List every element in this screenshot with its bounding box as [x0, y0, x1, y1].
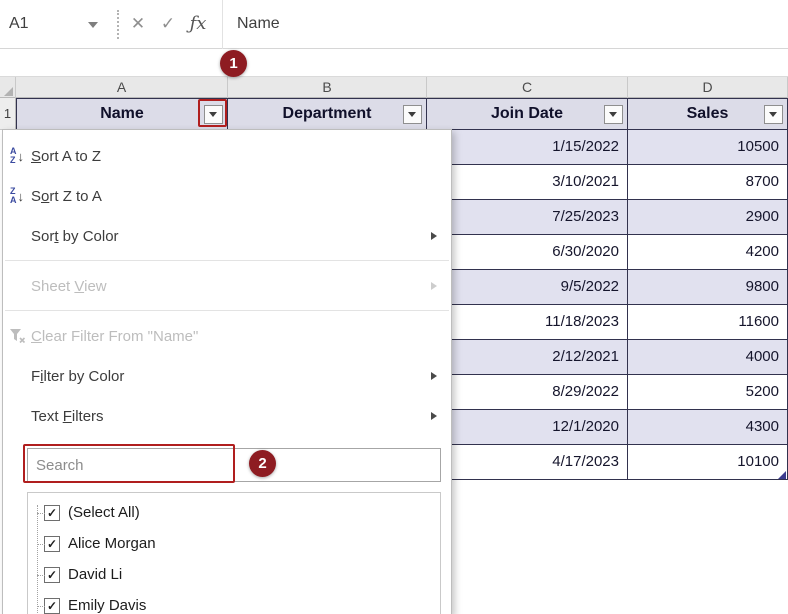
sort-az-icon: AZ ↓ [3, 147, 31, 165]
list-item-label: (Select All) [68, 504, 140, 521]
sales-column: 10500 8700 2900 4200 9800 11600 4000 520… [628, 130, 788, 480]
annotation-step-1-badge: 1 [220, 50, 247, 77]
sales-cell[interactable]: 2900 [628, 200, 788, 235]
checkbox-checked[interactable]: ✓ [44, 505, 60, 521]
sales-cell[interactable]: 4300 [628, 410, 788, 445]
header-cell-department[interactable]: Department [228, 98, 427, 130]
submenu-arrow-icon [431, 412, 437, 420]
submenu-arrow-icon [431, 372, 437, 380]
join-date-cell[interactable]: 3/10/2021 [428, 165, 628, 200]
menu-separator [5, 260, 449, 261]
filter-dropdown-menu: AZ ↓ Sort A to Z ZA ↓ Sort Z to A Sort b… [2, 129, 452, 614]
join-date-cell[interactable]: 11/18/2023 [428, 305, 628, 340]
sort-az-letters: AZ [10, 147, 17, 165]
formula-bar: A1 ✕ ✓ ƒx Name [0, 0, 788, 49]
join-date-column: 1/15/2022 3/10/2021 7/25/2023 6/30/2020 … [427, 130, 628, 480]
menu-item-label: Sort A to Z [31, 148, 101, 165]
sales-cell[interactable]: 4000 [628, 340, 788, 375]
menu-item-label: Filter by Color [31, 368, 124, 385]
sort-za-letters: ZA [10, 187, 17, 205]
menu-item-filter-by-color[interactable]: Filter by Color [3, 356, 451, 396]
menu-item-text-filters[interactable]: Text Filters [3, 396, 451, 436]
insert-function-icon[interactable]: ƒx [186, 0, 210, 48]
menu-item-sheet-view: Sheet View [3, 266, 451, 306]
sales-cell[interactable]: 10500 [628, 130, 788, 165]
menu-item-sort-a-to-z[interactable]: AZ ↓ Sort A to Z [3, 136, 451, 176]
row-header-1[interactable]: 1 [0, 98, 16, 130]
submenu-arrow-icon [431, 232, 437, 240]
sort-za-icon: ZA ↓ [3, 187, 31, 205]
list-item-david-li[interactable]: ✓ David Li [28, 559, 440, 590]
join-date-cell[interactable]: 7/25/2023 [428, 200, 628, 235]
name-box-dropdown-icon[interactable] [88, 22, 98, 28]
menu-item-label: Clear Filter From "Name" [31, 328, 198, 345]
menu-item-sort-z-to-a[interactable]: ZA ↓ Sort Z to A [3, 176, 451, 216]
name-box[interactable]: A1 [0, 0, 110, 49]
menu-item-label: Sheet View [31, 278, 107, 295]
header-label-department: Department [283, 105, 372, 122]
sales-cell[interactable]: 9800 [628, 270, 788, 305]
menu-item-sort-by-color[interactable]: Sort by Color [3, 216, 451, 256]
enter-icon[interactable]: ✓ [156, 0, 180, 48]
menu-separator [5, 310, 449, 311]
filter-button-department[interactable] [403, 105, 422, 124]
header-label-sales: Sales [687, 105, 729, 122]
header-cell-sales[interactable]: Sales [628, 98, 788, 130]
excel-window: A1 ✕ ✓ ƒx Name A B C D 1 Name Department… [0, 0, 788, 614]
column-header-b[interactable]: B [228, 77, 427, 98]
header-label-name: Name [100, 105, 144, 122]
filter-button-name[interactable] [204, 105, 223, 124]
select-all-corner[interactable] [0, 77, 16, 98]
filter-button-join-date[interactable] [604, 105, 623, 124]
down-arrow-icon: ↓ [18, 190, 25, 203]
column-header-c[interactable]: C [427, 77, 628, 98]
header-cell-name[interactable]: Name [16, 98, 228, 130]
filter-button-sales[interactable] [764, 105, 783, 124]
checkbox-checked[interactable]: ✓ [44, 536, 60, 552]
cancel-icon[interactable]: ✕ [126, 0, 150, 48]
name-box-resize-handle[interactable] [117, 10, 119, 39]
menu-item-label: Sort Z to A [31, 188, 102, 205]
sales-cell[interactable]: 11600 [628, 305, 788, 340]
column-header-d[interactable]: D [628, 77, 788, 98]
list-item-label: David Li [68, 566, 122, 583]
column-header-a[interactable]: A [16, 77, 228, 98]
join-date-cell[interactable]: 9/5/2022 [428, 270, 628, 305]
join-date-cell[interactable]: 1/15/2022 [428, 130, 628, 165]
checkbox-checked[interactable]: ✓ [44, 567, 60, 583]
list-item-emily-davis[interactable]: ✓ Emily Davis [28, 590, 440, 614]
join-date-cell[interactable]: 6/30/2020 [428, 235, 628, 270]
join-date-cell[interactable]: 4/17/2023 [428, 445, 628, 480]
header-label-join-date: Join Date [491, 105, 563, 122]
menu-item-label: Text Filters [31, 408, 104, 425]
submenu-arrow-icon [431, 282, 437, 290]
join-date-cell[interactable]: 12/1/2020 [428, 410, 628, 445]
sales-cell[interactable]: 4200 [628, 235, 788, 270]
formula-bar-divider [222, 0, 223, 49]
filter-value-list: ✓ (Select All) ✓ Alice Morgan ✓ David Li… [27, 492, 441, 614]
list-item-label: Emily Davis [68, 597, 146, 614]
list-item-alice-morgan[interactable]: ✓ Alice Morgan [28, 528, 440, 559]
header-cell-join-date[interactable]: Join Date [427, 98, 628, 130]
sales-cell[interactable]: 5200 [628, 375, 788, 410]
sales-cell[interactable]: 10100 [628, 445, 788, 480]
formula-input[interactable]: Name [237, 0, 280, 48]
search-input[interactable] [27, 448, 441, 482]
clear-filter-icon [3, 328, 31, 344]
menu-item-label: Sort by Color [31, 228, 119, 245]
list-item-label: Alice Morgan [68, 535, 156, 552]
join-date-cell[interactable]: 2/12/2021 [428, 340, 628, 375]
table-resize-handle[interactable] [778, 471, 786, 479]
select-all-triangle-icon [4, 87, 13, 96]
list-item-select-all[interactable]: ✓ (Select All) [28, 497, 440, 528]
sales-cell[interactable]: 8700 [628, 165, 788, 200]
checkbox-checked[interactable]: ✓ [44, 598, 60, 614]
search-box-container [27, 448, 441, 482]
down-arrow-icon: ↓ [18, 150, 25, 163]
column-header-band: A B C D [0, 76, 788, 98]
join-date-cell[interactable]: 8/29/2022 [428, 375, 628, 410]
name-box-value: A1 [9, 0, 29, 48]
menu-item-clear-filter: Clear Filter From "Name" [3, 316, 451, 356]
